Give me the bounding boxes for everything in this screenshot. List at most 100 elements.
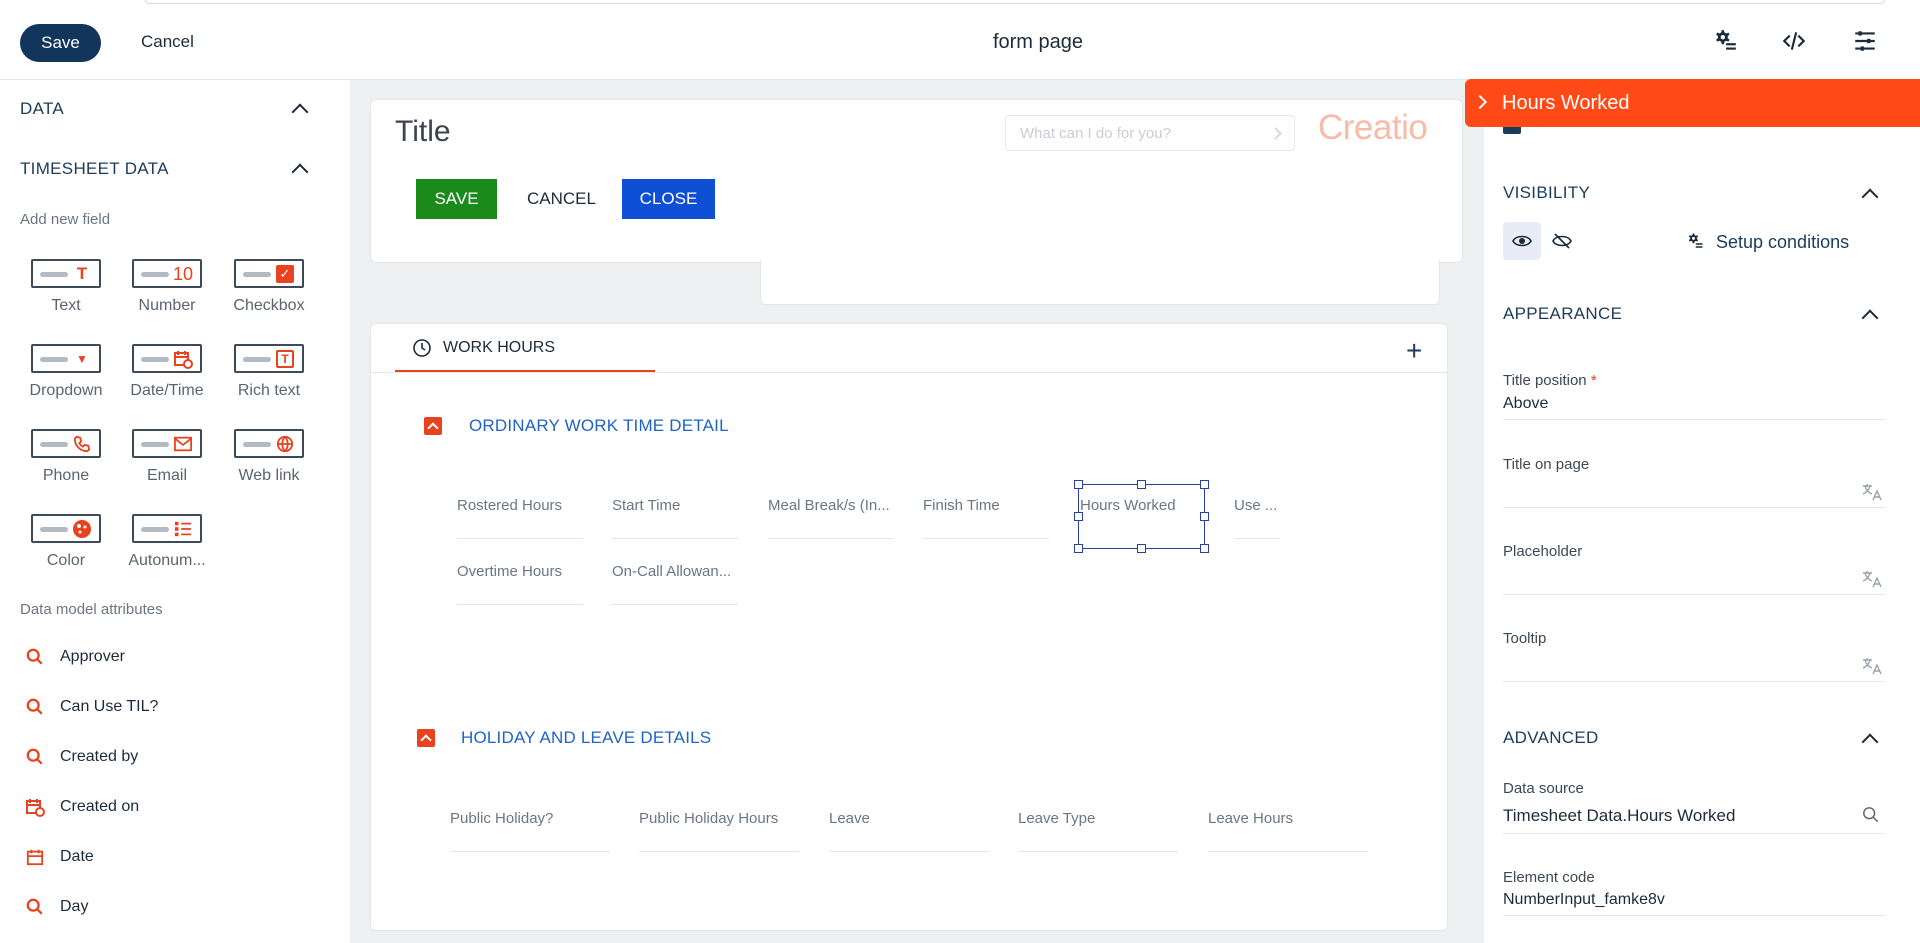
translate-icon[interactable] <box>1862 483 1882 505</box>
tooltip-label: Tooltip <box>1503 630 1547 647</box>
resize-handle[interactable] <box>1074 480 1083 489</box>
field-finish-time[interactable]: Finish Time <box>923 497 1049 539</box>
command-search-input[interactable]: What can I do for you? <box>1005 115 1295 151</box>
dropdown-field-icon: ▼ <box>76 352 88 366</box>
tooltip-input[interactable] <box>1503 681 1885 682</box>
field-label: Meal Break/s (In... <box>768 497 890 514</box>
field-tile-email[interactable]: Email <box>122 429 212 485</box>
page-settings-sliders-icon[interactable] <box>1850 26 1880 56</box>
field-label: Leave <box>829 810 870 827</box>
phone-field-icon <box>71 433 93 455</box>
field-leave[interactable]: Leave <box>829 810 989 852</box>
field-leave-hours[interactable]: Leave Hours <box>1208 810 1368 852</box>
attribute-created-on[interactable]: Created on <box>24 795 139 819</box>
setup-conditions-link[interactable]: Setup conditions <box>1716 232 1849 253</box>
data-source-value[interactable]: Timesheet Data.Hours Worked <box>1503 806 1735 826</box>
field-tile-rich-text[interactable]: T Rich text <box>224 344 314 400</box>
page-header-card <box>370 99 1463 263</box>
field-tile-label: Date/Time <box>130 382 204 399</box>
field-use[interactable]: Use ... <box>1234 497 1280 539</box>
field-tile-label: Dropdown <box>29 382 103 399</box>
search-icon[interactable] <box>1862 806 1880 829</box>
add-new-field-label: Add new field <box>20 211 111 228</box>
settings-gear-icon[interactable] <box>1710 26 1740 56</box>
collapse-group-icon[interactable] <box>417 729 435 747</box>
title-on-page-label: Title on page <box>1503 456 1590 473</box>
resize-handle[interactable] <box>1200 512 1209 521</box>
field-tile-web-link[interactable]: Web link <box>224 429 314 485</box>
collapse-group-icon[interactable] <box>424 417 442 435</box>
placeholder-input[interactable] <box>1503 594 1885 595</box>
field-tile-text[interactable]: T Text <box>21 259 111 315</box>
form-save-button[interactable]: SAVE <box>416 179 497 219</box>
data-source-label: Data source <box>1503 780 1584 797</box>
field-tile-datetime[interactable]: Date/Time <box>122 344 212 400</box>
element-code-value[interactable]: NumberInput_famke8v <box>1503 891 1665 909</box>
field-label: Leave Hours <box>1208 810 1294 827</box>
visible-eye-icon[interactable] <box>1503 222 1541 260</box>
field-overtime-hours[interactable]: Overtime Hours <box>457 563 583 605</box>
field-leave-type[interactable]: Leave Type <box>1018 810 1178 852</box>
field-start-time[interactable]: Start Time <box>612 497 738 539</box>
field-meal-breaks[interactable]: Meal Break/s (In... <box>768 497 894 539</box>
form-close-button[interactable]: CLOSE <box>622 179 715 219</box>
data-section-header[interactable]: DATA <box>20 99 64 119</box>
resize-handle[interactable] <box>1200 480 1209 489</box>
tab-work-hours[interactable]: WORK HOURS <box>395 322 655 372</box>
title-position-select[interactable]: Above <box>1503 395 1548 413</box>
visibility-section-header[interactable]: VISIBILITY <box>1503 183 1590 203</box>
attribute-label: Date <box>60 848 94 865</box>
resize-handle[interactable] <box>1074 512 1083 521</box>
timesheet-section-header[interactable]: TIMESHEET DATA <box>20 159 169 179</box>
attribute-day[interactable]: Day <box>24 895 88 919</box>
field-tile-label: Rich text <box>237 382 301 399</box>
clock-icon <box>412 338 432 363</box>
creatio-logo: Creatio <box>1318 108 1428 147</box>
tab-divider <box>371 372 1447 373</box>
resize-handle[interactable] <box>1137 480 1146 489</box>
rich-text-field-icon: T <box>274 348 296 370</box>
form-cancel-button[interactable]: CANCEL <box>527 189 596 209</box>
field-rostered-hours[interactable]: Rostered Hours <box>457 497 583 539</box>
field-tile-autonumber[interactable]: Autonum... <box>122 514 212 570</box>
form-title[interactable]: Title <box>395 115 451 149</box>
resize-handle[interactable] <box>1137 544 1146 553</box>
translate-icon[interactable] <box>1862 570 1882 592</box>
color-palette-icon <box>71 518 93 540</box>
top-strip <box>145 0 1885 4</box>
title-on-page-input[interactable] <box>1503 507 1885 508</box>
selected-element-frame[interactable] <box>1078 484 1205 549</box>
field-tile-color[interactable]: Color <box>21 514 111 570</box>
group-title-ordinary-work-time[interactable]: ORDINARY WORK TIME DETAIL <box>469 416 729 436</box>
group-title-holiday-leave[interactable]: HOLIDAY AND LEAVE DETAILS <box>461 728 711 748</box>
advanced-section-header[interactable]: ADVANCED <box>1503 728 1599 748</box>
header-extension-card <box>760 260 1440 305</box>
field-tile-phone[interactable]: Phone <box>21 429 111 485</box>
element-title-bar[interactable]: Hours Worked <box>1465 79 1920 127</box>
hidden-eye-icon[interactable] <box>1543 222 1581 260</box>
source-code-icon[interactable] <box>1779 26 1809 56</box>
field-public-holiday-hours[interactable]: Public Holiday Hours <box>639 810 799 852</box>
element-title: Hours Worked <box>1502 92 1630 114</box>
title-position-label: Title position * <box>1503 372 1597 389</box>
numbered-list-icon <box>172 518 194 540</box>
attribute-created-by[interactable]: Created by <box>24 745 138 769</box>
attribute-can-use-til[interactable]: Can Use TIL? <box>24 695 158 719</box>
field-tile-dropdown[interactable]: ▼ Dropdown <box>21 344 111 400</box>
resize-handle[interactable] <box>1200 544 1209 553</box>
element-code-label: Element code <box>1503 869 1595 886</box>
field-tile-number[interactable]: 10 Number <box>122 259 212 315</box>
translate-icon[interactable] <box>1862 657 1882 679</box>
page-title: form page <box>992 31 1084 53</box>
attribute-approver[interactable]: Approver <box>24 645 125 669</box>
attribute-date[interactable]: Date <box>24 845 94 869</box>
field-on-call-allowance[interactable]: On-Call Allowan... <box>612 563 738 605</box>
placeholder-label: Placeholder <box>1503 543 1583 560</box>
add-tab-plus-icon[interactable]: + <box>1406 337 1422 365</box>
appearance-section-header[interactable]: APPEARANCE <box>1503 304 1622 324</box>
field-public-holiday[interactable]: Public Holiday? <box>450 810 610 852</box>
conditions-gear-icon[interactable] <box>1686 232 1704 255</box>
field-label: Use ... <box>1234 497 1278 514</box>
resize-handle[interactable] <box>1074 544 1083 553</box>
field-tile-checkbox[interactable]: ✓ Checkbox <box>224 259 314 315</box>
